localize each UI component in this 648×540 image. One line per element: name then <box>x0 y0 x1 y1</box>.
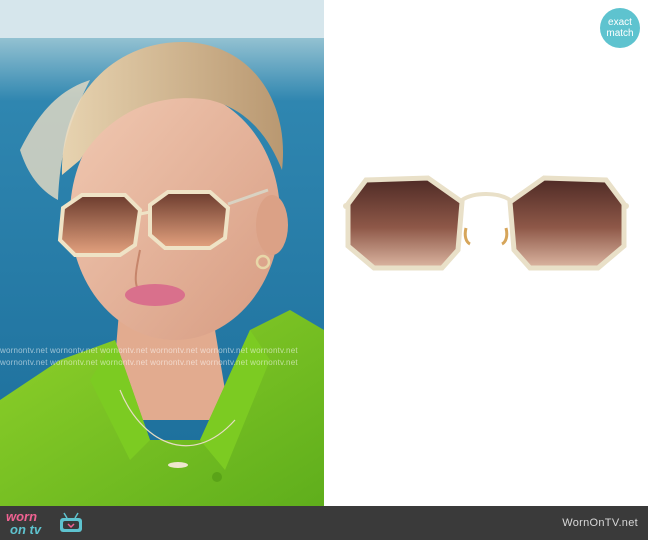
exact-match-badge: exact match <box>600 8 640 48</box>
logo-word-on-tv: on tv <box>10 522 42 537</box>
product-panel: exact match <box>324 0 648 506</box>
badge-line-2: match <box>606 28 634 39</box>
badge-line-1: exact <box>608 17 632 28</box>
page: wornontv.net wornontv.net wornontv.net w… <box>0 0 648 540</box>
watermark-row-1: wornontv.net wornontv.net wornontv.net w… <box>0 346 298 355</box>
site-name[interactable]: WornOnTV.net <box>562 517 638 529</box>
wornontv-logo[interactable]: worn on tv <box>6 509 86 537</box>
sunglasses-product-image <box>343 175 629 271</box>
photo-illustration <box>0 0 324 506</box>
footer-bar: worn on tv WornOnTV.net <box>0 506 648 540</box>
outfit-photo: wornontv.net wornontv.net wornontv.net w… <box>0 0 324 506</box>
tv-icon <box>60 512 82 532</box>
watermark-row-2: wornontv.net wornontv.net wornontv.net w… <box>0 358 298 367</box>
